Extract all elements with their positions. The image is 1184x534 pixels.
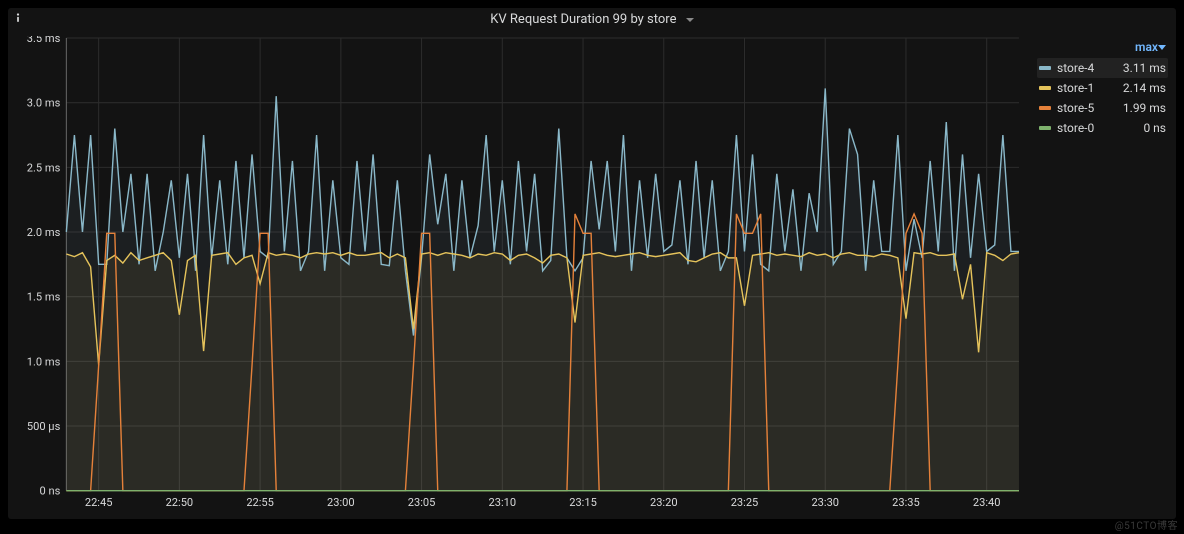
legend-item[interactable]: store-5 1.99 ms <box>1037 98 1168 118</box>
legend-swatch <box>1039 126 1051 130</box>
svg-text:23:05: 23:05 <box>408 496 436 509</box>
svg-text:2.0 ms: 2.0 ms <box>27 226 61 239</box>
svg-text:23:00: 23:00 <box>327 496 355 509</box>
svg-text:22:50: 22:50 <box>166 496 194 509</box>
legend-value: 3.11 ms <box>1123 61 1166 75</box>
svg-text:23:40: 23:40 <box>973 496 1001 509</box>
legend-label: store-4 <box>1057 61 1117 75</box>
plot-area[interactable]: 0 ns 500 µs 1.0 ms 1.5 ms 2.0 ms 2.5 ms 3.0 ms… <box>16 36 1023 513</box>
legend-label: store-0 <box>1057 121 1137 135</box>
panel-title[interactable]: KV Request Duration 99 by store <box>8 8 1176 29</box>
legend-swatch <box>1039 66 1051 70</box>
sort-caret-icon <box>1158 45 1166 50</box>
svg-text:1.5 ms: 1.5 ms <box>27 291 61 304</box>
svg-text:3.0 ms: 3.0 ms <box>27 97 61 110</box>
legend-value: 2.14 ms <box>1123 81 1166 95</box>
svg-text:1.0 ms: 1.0 ms <box>27 355 61 368</box>
panel-menu-caret-icon <box>686 18 694 22</box>
svg-text:2.5 ms: 2.5 ms <box>27 161 61 174</box>
svg-text:500 µs: 500 µs <box>27 420 61 433</box>
watermark: @51CTO博客 <box>1115 517 1178 532</box>
svg-text:23:10: 23:10 <box>489 496 517 509</box>
svg-text:22:45: 22:45 <box>85 496 113 509</box>
legend-item[interactable]: store-4 3.11 ms <box>1037 58 1168 78</box>
legend: max store-4 3.11 ms store-1 2.14 ms stor… <box>1023 36 1168 513</box>
svg-text:3.5 ms: 3.5 ms <box>27 36 61 45</box>
chart-panel: KV Request Duration 99 by store 0 ns 500 … <box>8 8 1176 519</box>
legend-item[interactable]: store-0 0 ns <box>1037 118 1168 138</box>
svg-text:23:20: 23:20 <box>650 496 678 509</box>
info-icon[interactable] <box>11 11 25 25</box>
legend-sort-label: max <box>1135 40 1158 54</box>
svg-text:23:35: 23:35 <box>892 496 920 509</box>
svg-text:23:15: 23:15 <box>569 496 597 509</box>
panel-title-text: KV Request Duration 99 by store <box>490 12 676 27</box>
legend-swatch <box>1039 106 1051 110</box>
panel-content: 0 ns 500 µs 1.0 ms 1.5 ms 2.0 ms 2.5 ms 3.0 ms… <box>16 36 1168 513</box>
legend-item[interactable]: store-1 2.14 ms <box>1037 78 1168 98</box>
legend-label: store-5 <box>1057 101 1117 115</box>
legend-sort-header[interactable]: max <box>1037 36 1168 58</box>
svg-text:23:30: 23:30 <box>811 496 839 509</box>
legend-label: store-1 <box>1057 81 1117 95</box>
legend-swatch <box>1039 86 1051 90</box>
svg-text:0 ns: 0 ns <box>40 485 61 498</box>
legend-value: 1.99 ms <box>1123 101 1166 115</box>
svg-text:23:25: 23:25 <box>731 496 759 509</box>
svg-text:22:55: 22:55 <box>246 496 274 509</box>
legend-value: 0 ns <box>1143 121 1166 135</box>
